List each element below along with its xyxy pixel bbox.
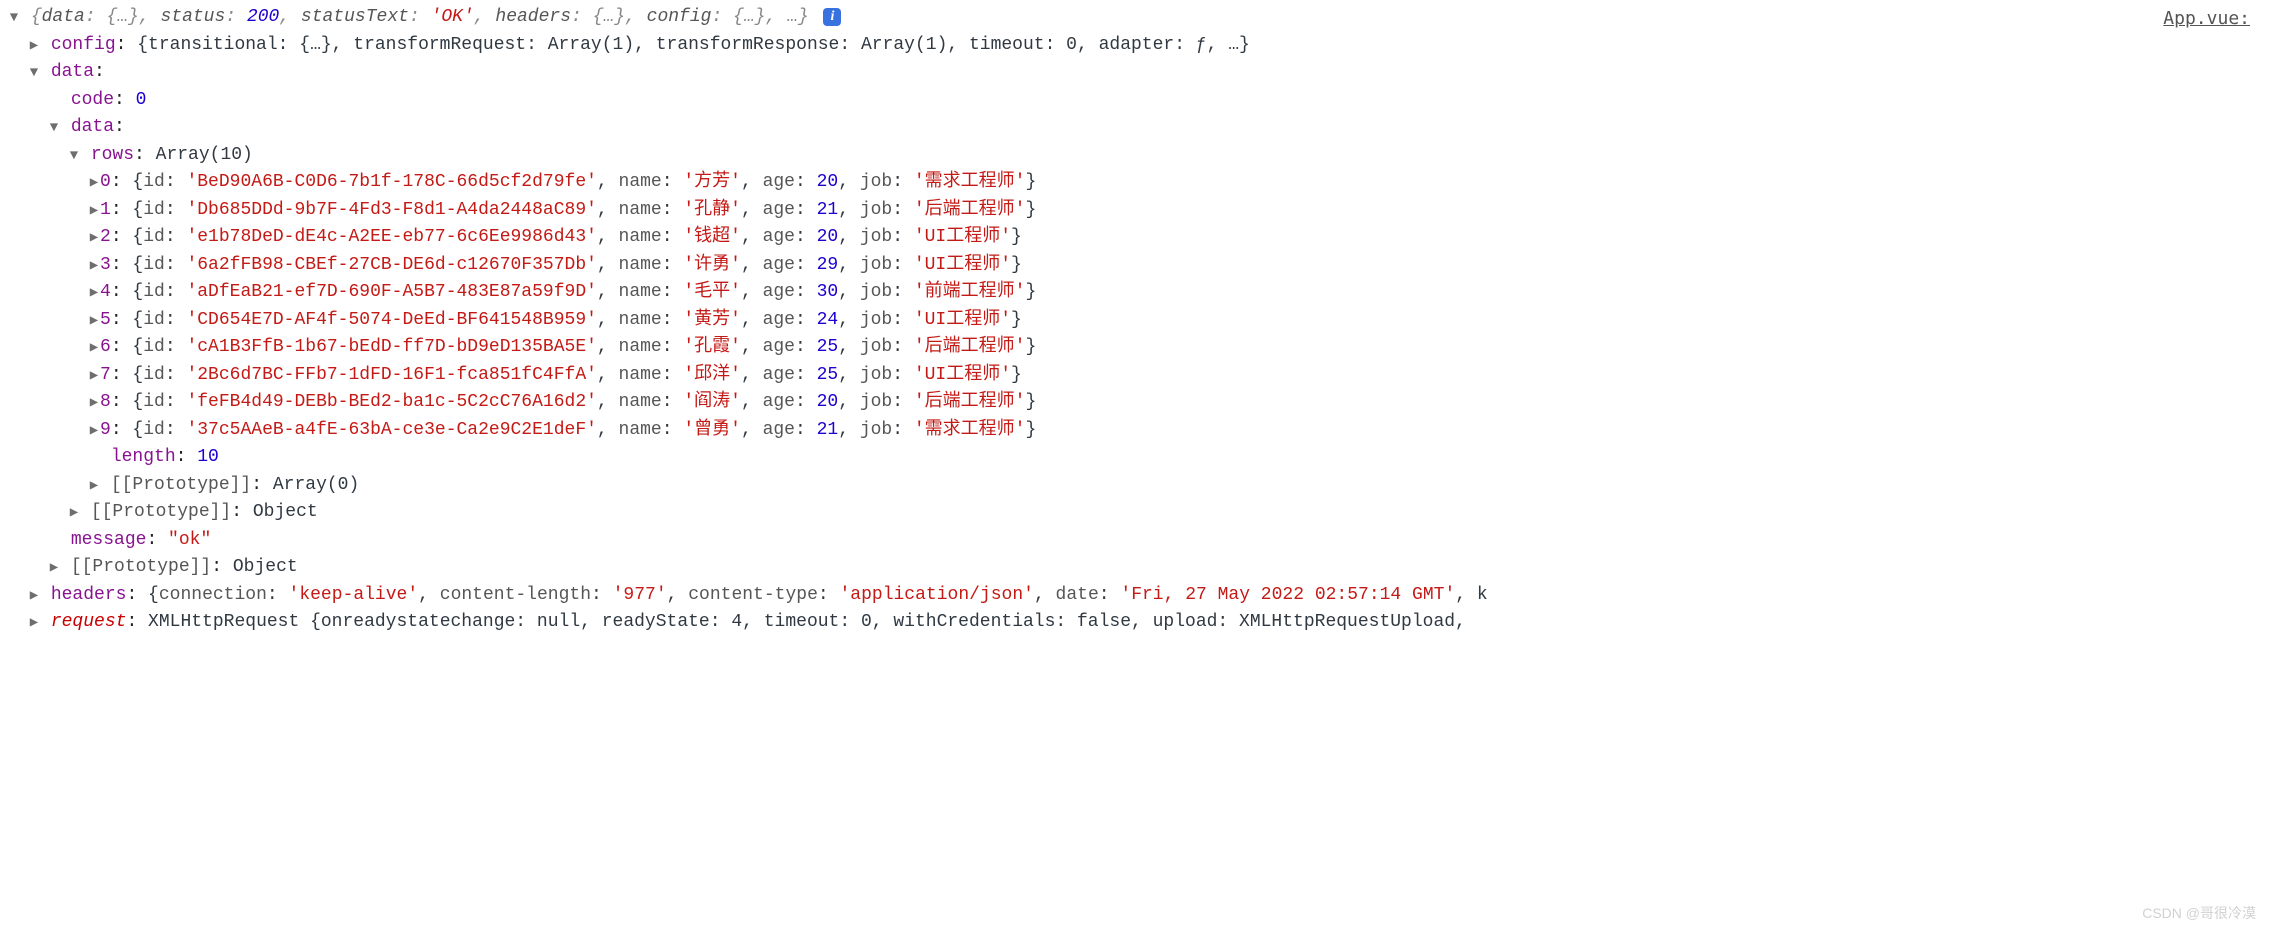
collapse-icon[interactable]: ▼	[28, 60, 40, 87]
info-icon[interactable]: i	[823, 8, 841, 26]
prop-code[interactable]: ▶ code: 0	[8, 87, 2262, 115]
expand-icon[interactable]: ▶	[88, 225, 100, 252]
prop-innerdata-prototype[interactable]: ▶ [[Prototype]]: Object	[8, 499, 2262, 527]
expand-icon[interactable]: ▶	[88, 418, 100, 445]
array-index: 6	[100, 337, 111, 357]
prop-request[interactable]: ▶ request: XMLHttpRequest {onreadystatec…	[8, 609, 2262, 637]
array-item[interactable]: ▶1: {id: 'Db685DDd-9b7F-4Fd3-F8d1-A4da24…	[8, 197, 2262, 225]
prop-inner-data[interactable]: ▼ data:	[8, 114, 2262, 142]
expand-icon[interactable]: ▶	[88, 473, 100, 500]
expand-icon[interactable]: ▶	[88, 198, 100, 225]
expand-icon[interactable]: ▶	[68, 500, 80, 527]
expand-icon[interactable]: ▶	[48, 555, 60, 582]
watermark-text: CSDN @哥很冷漠	[2142, 900, 2256, 927]
collapse-icon[interactable]: ▼	[48, 115, 60, 142]
request-key: request	[51, 612, 127, 632]
array-index: 5	[100, 310, 111, 330]
array-item[interactable]: ▶4: {id: 'aDfEaB21-ef7D-690F-A5B7-483E87…	[8, 279, 2262, 307]
expand-icon[interactable]: ▶	[88, 308, 100, 335]
array-index: 2	[100, 227, 111, 247]
array-item[interactable]: ▶2: {id: 'e1b78DeD-dE4c-A2EE-eb77-6c6Ee9…	[8, 224, 2262, 252]
array-item[interactable]: ▶6: {id: 'cA1B3FfB-1b67-bEdD-ff7D-bD9eD1…	[8, 334, 2262, 362]
headers-preview: {connection: 'keep-alive', content-lengt…	[148, 585, 1488, 605]
expand-icon[interactable]: ▶	[88, 170, 100, 197]
collapse-icon[interactable]: ▼	[68, 143, 80, 170]
source-link[interactable]: App.vue:	[2163, 6, 2250, 33]
expand-icon[interactable]: ▶	[88, 335, 100, 362]
prop-data[interactable]: ▼ data:	[8, 59, 2262, 87]
prop-config[interactable]: ▶ config: {transitional: {…}, transformR…	[8, 32, 2262, 60]
array-index: 8	[100, 392, 111, 412]
array-index: 9	[100, 420, 111, 440]
array-item[interactable]: ▶0: {id: 'BeD90A6B-C0D6-7b1f-178C-66d5cf…	[8, 169, 2262, 197]
expand-icon[interactable]: ▶	[28, 33, 40, 60]
array-item[interactable]: ▶8: {id: 'feFB4d49-DEBb-BEd2-ba1c-5C2cC7…	[8, 389, 2262, 417]
expand-toggle-icon[interactable]: ▼	[8, 5, 20, 32]
object-preview: {data: {…}, status: 200, statusText: 'OK…	[31, 7, 820, 27]
array-item[interactable]: ▶5: {id: 'CD654E7D-AF4f-5074-DeEd-BF6415…	[8, 307, 2262, 335]
rows-type: Array(10)	[156, 145, 253, 165]
config-preview: {transitional: {…}, transformRequest: Ar…	[137, 35, 1250, 55]
request-preview: XMLHttpRequest {onreadystatechange: null…	[148, 612, 1466, 632]
prop-headers[interactable]: ▶ headers: {connection: 'keep-alive', co…	[8, 582, 2262, 610]
array-index: 4	[100, 282, 111, 302]
expand-icon[interactable]: ▶	[88, 363, 100, 390]
expand-icon[interactable]: ▶	[88, 390, 100, 417]
array-index: 1	[100, 200, 111, 220]
prop-rows-prototype[interactable]: ▶ [[Prototype]]: Array(0)	[8, 472, 2262, 500]
array-index: 3	[100, 255, 111, 275]
array-index: 0	[100, 172, 111, 192]
array-item[interactable]: ▶3: {id: '6a2fFB98-CBEf-27CB-DE6d-c12670…	[8, 252, 2262, 280]
object-summary-row[interactable]: ▼ {data: {…}, status: 200, statusText: '…	[8, 4, 2262, 32]
expand-icon[interactable]: ▶	[88, 253, 100, 280]
array-item[interactable]: ▶9: {id: '37c5AAeB-a4fE-63bA-ce3e-Ca2e9C…	[8, 417, 2262, 445]
expand-icon[interactable]: ▶	[28, 583, 40, 610]
array-index: 7	[100, 365, 111, 385]
prop-rows[interactable]: ▼ rows: Array(10)	[8, 142, 2262, 170]
expand-icon[interactable]: ▶	[88, 280, 100, 307]
prop-data-prototype[interactable]: ▶ [[Prototype]]: Object	[8, 554, 2262, 582]
prop-length[interactable]: ▶ length: 10	[8, 444, 2262, 472]
array-item[interactable]: ▶7: {id: '2Bc6d7BC-FFb7-1dFD-16F1-fca851…	[8, 362, 2262, 390]
expand-icon[interactable]: ▶	[28, 610, 40, 637]
prop-message[interactable]: ▶ message: "ok"	[8, 527, 2262, 555]
